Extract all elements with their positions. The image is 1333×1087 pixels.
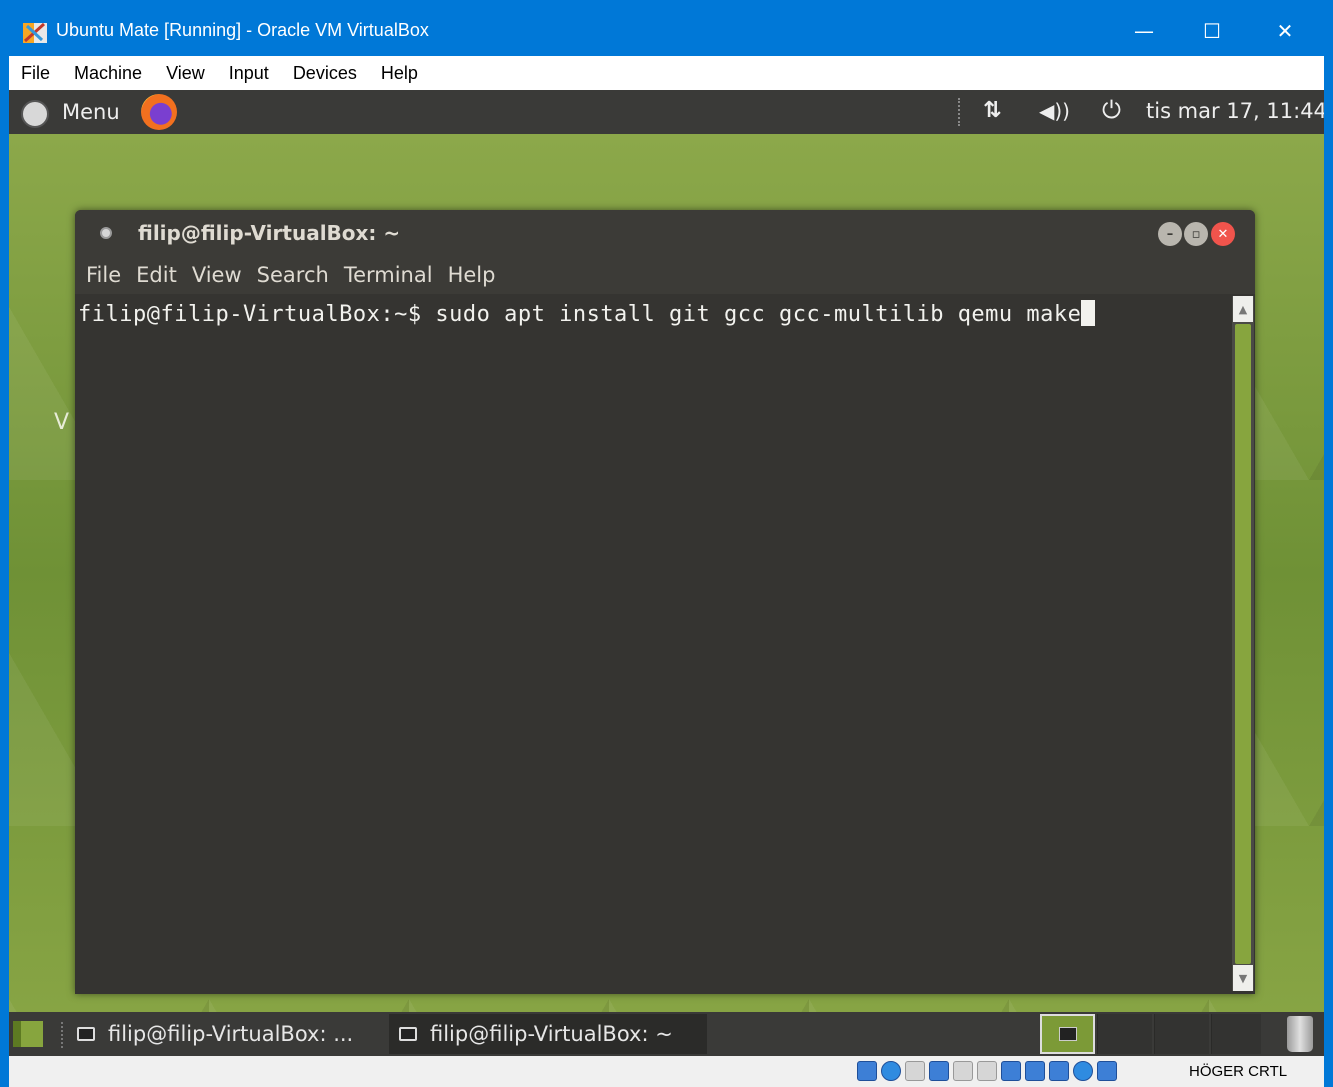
taskbar-item-active[interactable]: filip@filip-VirtualBox: ~: [389, 1014, 707, 1054]
vbox-menu-view[interactable]: View: [154, 63, 217, 84]
window-title: Ubuntu Mate [Running] - Oracle VM Virtua…: [56, 20, 429, 40]
volume-icon[interactable]: ◀)): [1039, 99, 1070, 123]
taskbar-item[interactable]: filip@filip-VirtualBox: ...: [67, 1014, 385, 1054]
keyboard-capture-icon[interactable]: [1097, 1061, 1117, 1081]
terminal-command-line: filip@filip-VirtualBox:~$ sudo apt insta…: [78, 300, 1096, 327]
workspace-3[interactable]: [1154, 1014, 1209, 1054]
taskbar-item-label: filip@filip-VirtualBox: ~: [430, 1022, 673, 1046]
host-key-label: HÖGER CRTL: [1189, 1063, 1288, 1080]
vbox-menu-devices[interactable]: Devices: [281, 63, 369, 84]
scroll-thumb[interactable]: [1235, 324, 1251, 964]
terminal-window-icon: [100, 227, 112, 239]
minimize-button[interactable]: —: [1109, 0, 1179, 62]
terminal-menu-help[interactable]: Help: [441, 263, 504, 287]
virtualbox-window: Ubuntu Mate [Running] - Oracle VM Virtua…: [0, 0, 1333, 1087]
firefox-launcher-icon[interactable]: [141, 94, 177, 130]
hard-disk-icon[interactable]: [857, 1061, 877, 1081]
main-menu-button[interactable]: Menu: [62, 100, 120, 124]
close-button[interactable]: ✕: [1250, 0, 1320, 62]
clock[interactable]: tis mar 17, 11:44: [1146, 99, 1324, 123]
vbox-menu-machine[interactable]: Machine: [62, 63, 154, 84]
vbox-menu-help[interactable]: Help: [369, 63, 430, 84]
workspace-window-icon: [1058, 1027, 1077, 1041]
vbox-menu-bar: File Machine View Input Devices Help: [9, 56, 1324, 90]
mate-bottom-panel: filip@filip-VirtualBox: ... filip@filip-…: [9, 1012, 1324, 1056]
show-desktop-button[interactable]: [13, 1021, 43, 1047]
workspace-4[interactable]: [1211, 1014, 1261, 1054]
mate-top-panel: Menu ⇅ ◀)) ⏻ tis mar 17, 11:44: [9, 90, 1324, 134]
terminal-task-icon: [77, 1027, 95, 1041]
guest-screen[interactable]: Menu ⇅ ◀)) ⏻ tis mar 17, 11:44 V filip@f…: [9, 90, 1324, 1056]
workspace-1[interactable]: [1040, 1014, 1095, 1054]
mouse-integration-icon[interactable]: [1073, 1061, 1093, 1081]
terminal-menu-bar: File Edit View Search Terminal Help: [75, 256, 1255, 294]
terminal-menu-search[interactable]: Search: [250, 263, 337, 287]
terminal-text-area[interactable]: filip@filip-VirtualBox:~$ sudo apt insta…: [75, 294, 1230, 994]
virtualbox-app-icon: [23, 22, 47, 43]
desktop-icon-label: V: [54, 410, 70, 435]
ubuntu-menu-icon[interactable]: [21, 100, 49, 128]
terminal-menu-view[interactable]: View: [185, 263, 250, 287]
scroll-up-arrow-icon[interactable]: ▲: [1233, 296, 1253, 322]
terminal-scrollbar[interactable]: ▲ ▼: [1232, 296, 1254, 991]
terminal-task-icon: [399, 1027, 417, 1041]
terminal-menu-edit[interactable]: Edit: [129, 263, 185, 287]
scroll-down-arrow-icon[interactable]: ▼: [1233, 965, 1253, 991]
cpu-icon[interactable]: [1049, 1061, 1069, 1081]
network-icon[interactable]: ⇅: [983, 98, 1001, 123]
taskbar-item-label: filip@filip-VirtualBox: ...: [108, 1022, 354, 1046]
workspace-2[interactable]: [1097, 1014, 1152, 1054]
panel-separator: [61, 1022, 63, 1048]
terminal-prompt-text: filip@filip-VirtualBox:~$ sudo apt insta…: [78, 302, 1082, 327]
terminal-title: filip@filip-VirtualBox: ~: [138, 221, 401, 245]
title-bar[interactable]: Ubuntu Mate [Running] - Oracle VM Virtua…: [0, 0, 1333, 62]
maximize-button[interactable]: ☐: [1177, 0, 1247, 62]
power-icon[interactable]: ⏻: [1102, 96, 1121, 124]
vbox-status-bar: HÖGER CRTL: [9, 1056, 1324, 1087]
trash-icon[interactable]: [1287, 1016, 1313, 1052]
status-indicators: [857, 1061, 1117, 1081]
terminal-menu-file[interactable]: File: [79, 263, 129, 287]
audio-icon[interactable]: [905, 1061, 925, 1081]
terminal-window: filip@filip-VirtualBox: ~ – ▫ ✕ File Edi…: [75, 210, 1255, 994]
network-adapter-icon[interactable]: [929, 1061, 949, 1081]
terminal-maximize-button[interactable]: ▫: [1184, 222, 1208, 246]
terminal-minimize-button[interactable]: –: [1158, 222, 1182, 246]
usb-icon[interactable]: [953, 1061, 973, 1081]
optical-drive-icon[interactable]: [881, 1061, 901, 1081]
panel-separator: [958, 98, 960, 126]
terminal-close-button[interactable]: ✕: [1211, 222, 1235, 246]
terminal-menu-terminal[interactable]: Terminal: [337, 263, 441, 287]
video-capture-icon[interactable]: [1025, 1061, 1045, 1081]
terminal-cursor: [1081, 300, 1096, 326]
vbox-menu-file[interactable]: File: [9, 63, 62, 84]
vbox-menu-input[interactable]: Input: [217, 63, 281, 84]
desktop[interactable]: V filip@filip-VirtualBox: ~ – ▫ ✕ File E…: [9, 134, 1324, 1012]
shared-folders-icon[interactable]: [977, 1061, 997, 1081]
display-icon[interactable]: [1001, 1061, 1021, 1081]
terminal-title-bar[interactable]: filip@filip-VirtualBox: ~ – ▫ ✕: [75, 210, 1255, 256]
